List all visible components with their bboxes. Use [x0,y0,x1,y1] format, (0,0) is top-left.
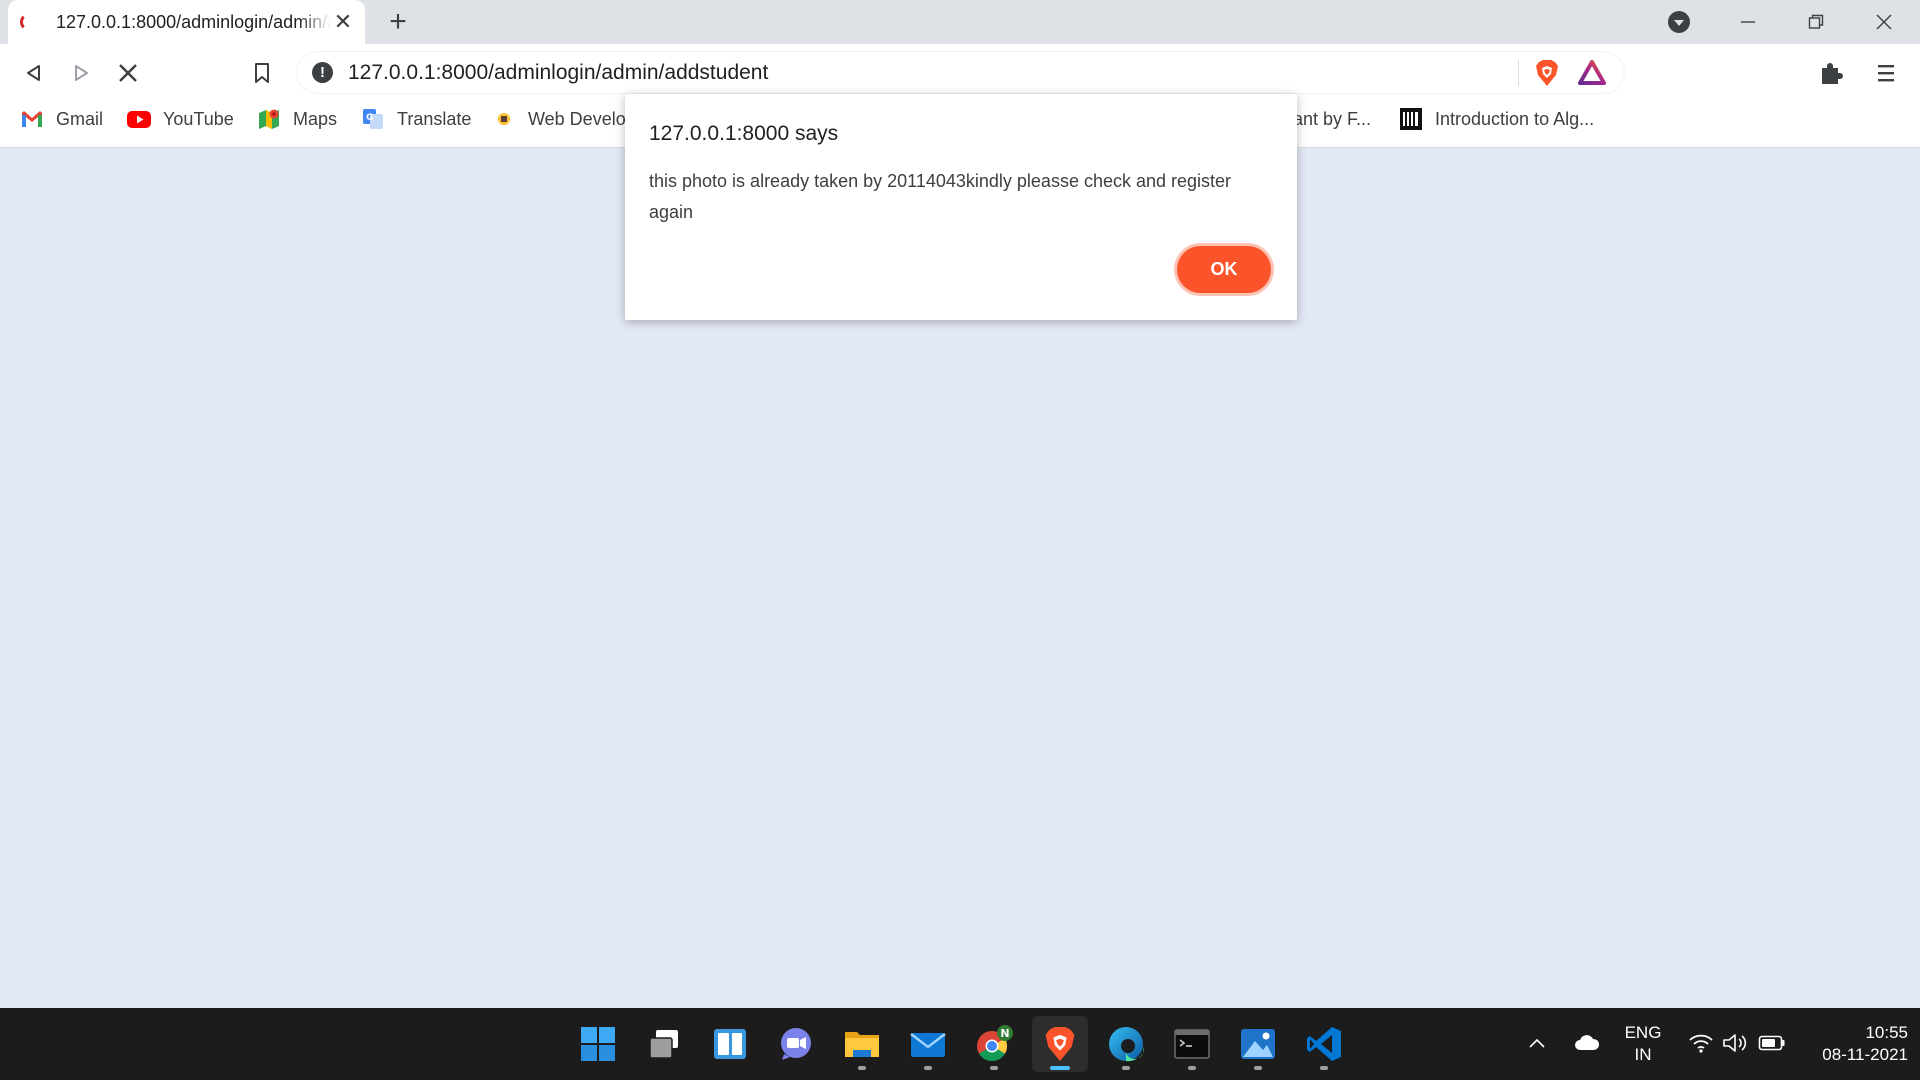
input-language[interactable]: ENG IN [1618,1022,1668,1066]
bookmark-partial[interactable]: ant by F... [1293,102,1371,136]
menu-icon[interactable] [1874,59,1898,87]
brave-icon [1045,1027,1075,1061]
bookmark-label: YouTube [163,108,234,129]
clock[interactable]: 10:55 08-11-2021 [1796,1022,1908,1066]
maps-icon [259,109,279,129]
youtube-icon [127,111,151,128]
close-icon [1876,14,1892,30]
omnibox-divider [1518,60,1519,86]
bookmark-label: ant by F... [1293,108,1372,129]
teams-chat-app[interactable] [768,1016,824,1072]
bookmark-gmail[interactable]: Gmail [20,102,103,136]
chrome-profile-badge: N [1000,1027,1009,1040]
running-indicator [990,1066,998,1070]
translate-icon: G [363,109,383,129]
start-button[interactable] [570,1016,626,1072]
vscode-app[interactable] [1296,1016,1352,1072]
chrome-icon: N [977,1025,1013,1062]
clock-date: 08-11-2021 [1822,1045,1908,1064]
bookmark-intro-algorithms[interactable]: Introduction to Alg... [1399,102,1594,136]
widgets-button[interactable] [702,1016,758,1072]
terminal-app[interactable] [1164,1016,1220,1072]
brave-rewards-icon[interactable] [1578,59,1606,87]
back-button[interactable] [14,53,54,93]
bookmark-label: Maps [293,108,338,129]
terminal-icon [1174,1029,1210,1059]
language-code: ENG [1624,1023,1662,1042]
active-indicator [1050,1066,1070,1070]
taskbar: N ENG IN 10:55 08-11-2021 [0,1008,1920,1080]
dialog-title: 127.0.0.1:8000 says [649,122,839,145]
bookmark-page-button[interactable] [242,53,282,93]
photos-icon [1241,1029,1275,1059]
vscode-icon [1307,1027,1341,1061]
bookmark-label: Translate [397,108,472,129]
bookmark-icon [255,63,269,83]
bookmark-web-dev[interactable]: Web Develo [492,102,626,136]
close-window-button[interactable] [1852,0,1916,44]
svg-text:G: G [366,113,373,123]
stop-loading-button[interactable] [108,53,148,93]
bookmark-maps[interactable]: Maps [257,102,337,136]
folder-icon [845,1032,879,1057]
volume-icon[interactable] [1722,1032,1750,1054]
region-code: IN [1634,1045,1652,1064]
clock-time: 10:55 [1865,1023,1908,1042]
photos-app[interactable] [1230,1016,1286,1072]
restore-button[interactable] [1784,0,1848,44]
forward-button[interactable] [61,53,101,93]
onedrive-cloud-icon[interactable] [1574,1034,1600,1052]
brave-browser-app[interactable] [1032,1016,1088,1072]
windows-logo-icon [581,1027,615,1061]
tab-title: 127.0.0.1:8000/adminlogin/admin/addstude… [56,11,331,32]
mail-app[interactable] [900,1016,956,1072]
loading-spinner-icon [20,13,38,31]
forward-arrow-icon [75,65,88,81]
running-indicator [1122,1066,1130,1070]
bookmark-youtube[interactable]: YouTube [127,102,234,136]
widgets-icon [714,1029,746,1059]
address-bar[interactable]: ! 127.0.0.1:8000/adminlogin/admin/addstu… [296,51,1625,94]
tab-strip: 127.0.0.1:8000/adminlogin/admin/addstude… [0,0,1920,44]
running-indicator [1188,1066,1196,1070]
running-indicator [924,1066,932,1070]
back-arrow-icon [27,65,40,81]
brave-shields-icon[interactable] [1534,59,1560,87]
show-hidden-icons-chevron-icon[interactable] [1528,1036,1546,1050]
restore-icon [1808,14,1824,29]
wifi-icon[interactable] [1688,1032,1714,1054]
tab-close-icon[interactable]: ✕ [331,10,355,34]
extensions-icon[interactable] [1818,59,1846,87]
gmail-icon [22,111,42,127]
bookmark-label: Introduction to Alg... [1435,108,1595,129]
book-icon [1400,108,1422,130]
ok-button[interactable]: OK [1177,246,1271,293]
chrome-app[interactable]: N [966,1016,1022,1072]
web-dev-icon [498,113,510,125]
site-info-icon[interactable]: ! [312,62,333,83]
mail-icon [910,1033,946,1057]
running-indicator [858,1066,866,1070]
minimize-icon [1741,21,1755,23]
chat-icon [781,1028,811,1060]
dialog-message: this photo is already taken by 20114043k… [649,171,1232,222]
minimize-button[interactable] [1716,0,1780,44]
file-explorer-app[interactable] [834,1016,890,1072]
bookmark-label: Gmail [56,108,104,129]
edge-icon [1109,1027,1144,1062]
stop-icon [119,64,137,82]
battery-icon[interactable] [1758,1034,1786,1052]
task-view-icon [649,1030,678,1059]
tab-search-icon[interactable] [1668,11,1690,33]
address-url[interactable]: 127.0.0.1:8000/adminlogin/admin/addstude… [348,51,768,94]
running-indicator [1254,1066,1262,1070]
browser-tab[interactable]: 127.0.0.1:8000/adminlogin/admin/addstude… [8,0,365,44]
edge-app[interactable] [1098,1016,1154,1072]
running-indicator [1320,1066,1328,1070]
bookmark-label: Web Develo [528,108,626,129]
task-view-button[interactable] [636,1016,692,1072]
new-tab-button[interactable]: + [382,6,414,38]
alert-dialog: 127.0.0.1:8000 says this photo is alread… [625,94,1297,320]
bookmark-translate[interactable]: G Translate [361,102,471,136]
